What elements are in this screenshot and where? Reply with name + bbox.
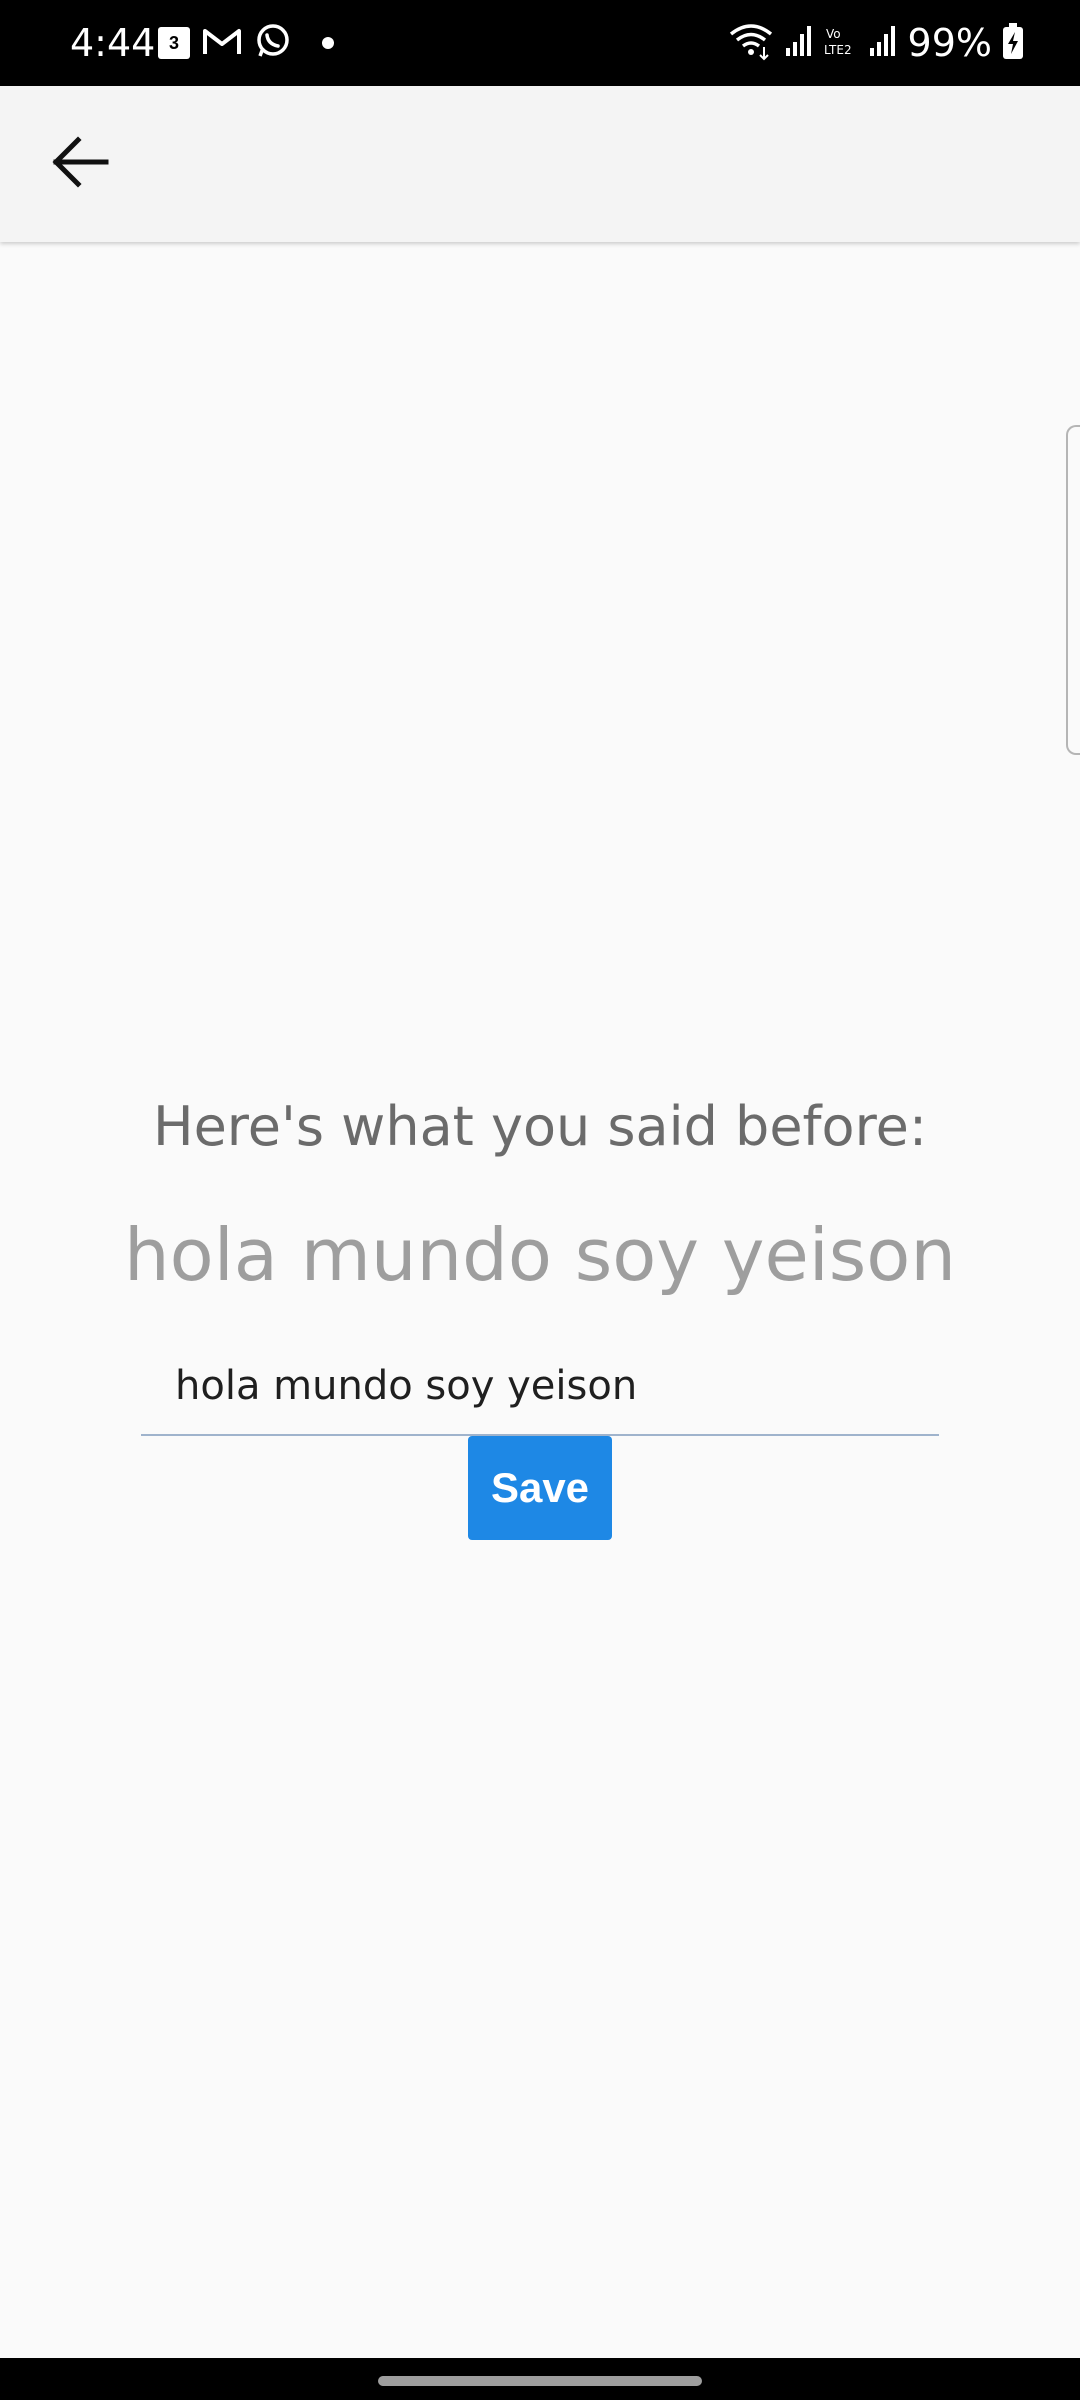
navigation-bar <box>0 2358 1080 2400</box>
notification-icons: 3 <box>158 20 334 66</box>
gmail-icon <box>202 25 242 62</box>
status-bar: 4:44 3 Vo LTE2 99% <box>0 0 1080 86</box>
home-indicator[interactable] <box>378 2376 702 2386</box>
svg-text:Vo: Vo <box>826 27 841 41</box>
text-field <box>141 1342 939 1436</box>
calendar-icon: 3 <box>158 27 190 59</box>
screen: 4:44 3 Vo LTE2 99% Here's what you said … <box>0 0 1080 2400</box>
back-button[interactable] <box>40 124 120 204</box>
arrow-back-icon <box>50 135 110 194</box>
text-input[interactable] <box>175 1342 915 1430</box>
signal-icon <box>784 24 814 63</box>
status-time: 4:44 <box>70 21 156 65</box>
saved-value-text: hola mundo soy yeison <box>124 1213 956 1297</box>
signal-icon-2 <box>868 24 898 63</box>
edge-panel-handle[interactable] <box>1066 425 1080 755</box>
svg-text:LTE2: LTE2 <box>824 43 852 57</box>
dot-icon <box>322 37 334 49</box>
battery-percent: 99% <box>907 21 992 65</box>
volte-icon: Vo LTE2 <box>824 24 858 63</box>
whatsapp-icon <box>254 22 292 65</box>
wifi-icon <box>728 21 774 66</box>
calendar-badge: 3 <box>168 32 179 53</box>
battery-charging-icon <box>1002 22 1024 65</box>
app-bar <box>0 86 1080 242</box>
page-heading: Here's what you said before: <box>152 1095 928 1158</box>
system-icons: Vo LTE2 99% <box>728 20 1024 66</box>
save-button[interactable]: Save <box>468 1436 612 1540</box>
